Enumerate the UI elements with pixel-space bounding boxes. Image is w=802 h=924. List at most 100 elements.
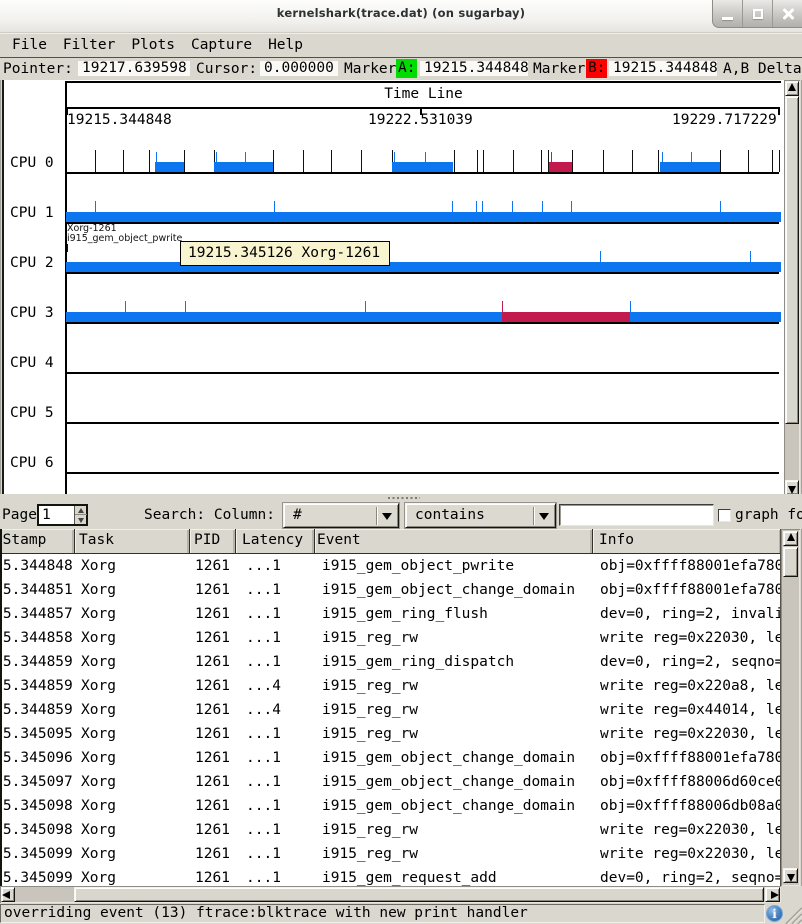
table-cell: Xorg: [75, 794, 190, 818]
event-tick: [541, 150, 542, 172]
column-header-info[interactable]: Info: [593, 529, 781, 554]
cursor-label: Cursor:: [196, 58, 257, 80]
match-select[interactable]: contains: [405, 503, 556, 528]
task-bar[interactable]: [66, 212, 781, 222]
table-vscrollbar[interactable]: [781, 529, 800, 886]
table-scroll-down-button[interactable]: [783, 868, 798, 883]
graph-scroll-up-button[interactable]: [785, 81, 799, 96]
table-cell: write reg=0x22030, len: [593, 842, 781, 866]
table-row[interactable]: 19215.345099Xorg1261...1i915_gem_request…: [0, 866, 781, 886]
pane-divider[interactable]: [0, 494, 802, 502]
menu-item-capture[interactable]: Capture: [183, 34, 260, 56]
table-cell: 1261: [190, 698, 236, 722]
page-spin-up-button[interactable]: [75, 506, 87, 515]
event-tick: [600, 251, 601, 262]
column-select[interactable]: #: [283, 503, 399, 528]
menu-item-file[interactable]: File: [4, 34, 55, 56]
table-cell: 1261: [190, 602, 236, 626]
event-tick: [425, 152, 426, 162]
graph-scroll-down-button[interactable]: [785, 480, 799, 495]
page-label: Page: [2, 505, 37, 525]
marker-a-label: Marker: [344, 58, 396, 80]
menu-item-help[interactable]: Help: [260, 34, 311, 56]
table-row[interactable]: 19215.345096Xorg1261...1i915_gem_object_…: [0, 746, 781, 770]
table-row[interactable]: 19215.344851Xorg1261...1i915_gem_object_…: [0, 578, 781, 602]
task-bar[interactable]: [392, 162, 453, 172]
maximize-button[interactable]: [743, 0, 773, 27]
column-select-value: #: [293, 504, 302, 527]
page-spin-down-button[interactable]: [75, 515, 87, 524]
table-cell: dev=0, ring=2, seqno=: [593, 650, 781, 674]
table-cell: i915_gem_object_change_domain: [315, 578, 593, 602]
graph-follows-checkbox[interactable]: [718, 509, 731, 522]
task-bar[interactable]: [502, 312, 630, 322]
task-bar[interactable]: [630, 312, 781, 322]
titlebar[interactable]: kernelshark(trace.dat) (on sugarbay): [0, 0, 802, 33]
task-bar[interactable]: [155, 162, 184, 172]
task-bar[interactable]: [66, 262, 781, 272]
table-row[interactable]: 19215.344848Xorg1261...1i915_gem_object_…: [0, 554, 781, 578]
table-row[interactable]: 19215.344859Xorg1261...4i915_reg_rwwrite…: [0, 674, 781, 698]
cpu-baseline: [66, 372, 779, 374]
table-row[interactable]: 19215.344859Xorg1261...4i915_reg_rwwrite…: [0, 698, 781, 722]
table-scroll-thumb[interactable]: [783, 547, 798, 577]
graph-vscrollbar[interactable]: [784, 80, 800, 496]
table-scroll-left-button[interactable]: [1, 887, 15, 902]
event-tick: [542, 201, 543, 212]
column-header-time-stamp[interactable]: Time Stamp: [0, 529, 75, 554]
table-row[interactable]: 19215.345099Xorg1261...1i915_reg_rwwrite…: [0, 842, 781, 866]
table-row[interactable]: 19215.345098Xorg1261...1i915_reg_rwwrite…: [0, 818, 781, 842]
graph-scroll-thumb[interactable]: [785, 96, 799, 424]
table-cell: ...1: [236, 794, 315, 818]
left-arrow-icon: [2, 891, 10, 899]
down-arrow-icon: [78, 518, 84, 523]
search-input[interactable]: [559, 504, 714, 526]
table-row[interactable]: 19215.344858Xorg1261...1i915_reg_rwwrite…: [0, 626, 781, 650]
info-icon[interactable]: i: [766, 905, 783, 922]
table-hscroll-thumb[interactable]: [74, 887, 764, 902]
table-row[interactable]: 19215.345097Xorg1261...1i915_gem_object_…: [0, 770, 781, 794]
column-header-event[interactable]: Event: [315, 529, 593, 554]
minimize-button[interactable]: [713, 0, 743, 27]
table-cell: ...1: [236, 578, 315, 602]
timeline-graph[interactable]: Time Line 19215.344848 19222.531039 1922…: [2, 80, 784, 494]
table-scroll-up-button[interactable]: [783, 531, 798, 546]
table-cell: 1261: [190, 650, 236, 674]
timeline-title: Time Line: [66, 86, 781, 104]
task-bar[interactable]: [214, 162, 273, 172]
table-cell: ...1: [236, 866, 315, 886]
task-bar[interactable]: [549, 162, 572, 172]
table-scroll-right-button[interactable]: [765, 887, 780, 902]
resize-grip[interactable]: [784, 906, 802, 924]
event-tick: [245, 152, 246, 162]
menu-item-plots[interactable]: Plots: [123, 34, 183, 56]
window-controls: [712, 0, 802, 28]
event-tick: [483, 150, 484, 172]
table-row[interactable]: 19215.344859Xorg1261...1i915_gem_ring_di…: [0, 650, 781, 674]
table-cell: Xorg: [75, 674, 190, 698]
table-cell: Xorg: [75, 746, 190, 770]
close-button[interactable]: [773, 0, 802, 27]
marker-b-value: 19215.344848: [609, 61, 717, 76]
page-spinbox[interactable]: 1: [37, 504, 88, 526]
up-arrow-icon: [78, 508, 84, 513]
column-header-pid[interactable]: PID: [190, 529, 236, 554]
table-cell: ...4: [236, 674, 315, 698]
table-cell: Xorg: [75, 698, 190, 722]
column-header-latency[interactable]: Latency: [236, 529, 315, 554]
table-cell: 1261: [190, 818, 236, 842]
table-cell: ...1: [236, 602, 315, 626]
table-row[interactable]: 19215.345095Xorg1261...1i915_reg_rwwrite…: [0, 722, 781, 746]
column-header-task[interactable]: Task: [75, 529, 190, 554]
task-bar[interactable]: [66, 312, 502, 322]
down-arrow-icon: [788, 486, 796, 494]
menu-item-filter[interactable]: Filter: [55, 34, 123, 56]
table-cell: i915_reg_rw: [315, 842, 593, 866]
event-tick: [571, 201, 572, 212]
table-row[interactable]: 19215.345098Xorg1261...1i915_gem_object_…: [0, 794, 781, 818]
marker-b-badge: B:: [586, 59, 607, 78]
cpu-baseline: [66, 272, 779, 274]
table-hscrollbar[interactable]: [0, 886, 781, 903]
table-row[interactable]: 19215.344857Xorg1261...1i915_gem_ring_fl…: [0, 602, 781, 626]
task-bar[interactable]: [660, 162, 720, 172]
